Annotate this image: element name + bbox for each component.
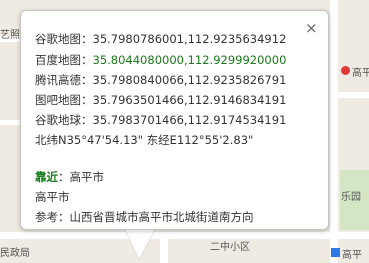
map-road xyxy=(330,92,369,98)
row-value: 35.7963501466,112.9146834191 xyxy=(92,93,287,107)
google-map-row: 谷歌地图：35.7980786001,112.9235634912 xyxy=(35,32,286,46)
row-label: 谷歌地图： xyxy=(35,32,93,46)
map-label: 高平 xyxy=(342,250,362,261)
row-label: 百度地图： xyxy=(35,53,93,67)
near-value: ：高平市 xyxy=(58,170,104,184)
near-label: 靠近 xyxy=(35,170,58,184)
row-value: 35.8044080000,112.9299920000 xyxy=(92,53,287,67)
city-name: 高平市 xyxy=(35,190,70,204)
map-label: 二中小区 xyxy=(210,242,250,253)
baidu-map-row: 百度地图：35.8044080000,112.9299920000 xyxy=(35,53,286,67)
map-label: 民政局 xyxy=(0,248,30,259)
tencent-amap-row: 腾讯高德：35.7980840066,112.9235826791 xyxy=(35,73,286,87)
map-label: 高平 xyxy=(352,68,369,79)
map-road xyxy=(160,238,168,263)
row-value: 35.7980840066,112.9235826791 xyxy=(92,73,287,87)
map-poi-marker[interactable] xyxy=(341,66,350,75)
dms-coordinates: 北纬N35°47'54.13" 东经E112°55'2.83" xyxy=(35,133,254,147)
map-poi-marker[interactable] xyxy=(331,248,340,257)
close-icon[interactable]: × xyxy=(305,21,318,36)
google-earth-row: 谷歌地球：35.7983701466,112.9174534191 xyxy=(35,113,286,127)
map-label: 乐园 xyxy=(341,192,361,203)
row-label: 谷歌地球： xyxy=(35,113,93,127)
map-label: 艺照 xyxy=(0,30,20,41)
map-road xyxy=(0,120,20,125)
map-road xyxy=(0,232,369,239)
row-value: 35.7983701466,112.9174534191 xyxy=(92,113,287,127)
near-row: 靠近：高平市 xyxy=(35,170,104,184)
map-road xyxy=(330,0,338,263)
coordinate-info-popup: × 谷歌地图：35.7980786001,112.9235634912 百度地图… xyxy=(20,10,329,230)
mapbar-row: 图吧地图：35.7963501466,112.9146834191 xyxy=(35,93,286,107)
reference-address: 参考：山西省晋城市高平市北城街道南方向 xyxy=(35,210,254,224)
row-label: 图吧地图： xyxy=(35,93,93,107)
popup-pointer xyxy=(125,229,155,259)
row-value: 35.7980786001,112.9235634912 xyxy=(92,32,287,46)
row-label: 腾讯高德： xyxy=(35,73,93,87)
